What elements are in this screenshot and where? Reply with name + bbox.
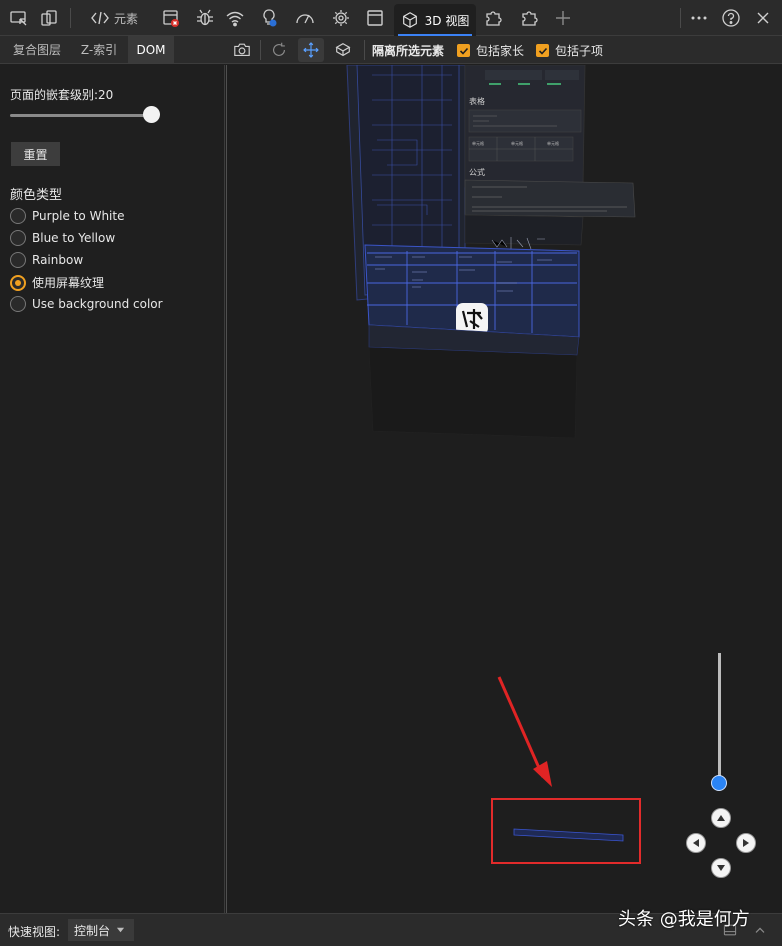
include-children-label: 包括子项 bbox=[555, 44, 604, 58]
isolate-selected-option[interactable]: 隔离所选元素 bbox=[372, 42, 444, 59]
view-subtoolbar: 复合图层 Z-索引 DOM 隔离所选元素 包括家长 包括子项 bbox=[0, 36, 782, 64]
include-parents-checkbox[interactable]: 包括家长 bbox=[457, 42, 524, 59]
add-icon[interactable] bbox=[550, 4, 576, 32]
bug-icon[interactable] bbox=[192, 4, 218, 32]
3d-dom-scene[interactable]: 表格 单元格 单元格 单元格 公式 bbox=[227, 65, 782, 913]
nesting-level-slider-handle[interactable] bbox=[143, 106, 160, 123]
checkbox-checked-icon bbox=[457, 44, 470, 57]
include-parents-label: 包括家长 bbox=[476, 44, 525, 58]
radio-icon bbox=[10, 208, 26, 224]
main-toolbar: 元素 3D 视图 bbox=[0, 0, 782, 36]
toolbar-divider bbox=[260, 40, 261, 60]
scene-tab-box bbox=[545, 70, 579, 80]
pan-down-button[interactable] bbox=[711, 858, 731, 878]
quick-view-value: 控制台 bbox=[74, 923, 111, 938]
puzzle-outline-icon[interactable] bbox=[516, 4, 542, 32]
pan-left-button[interactable] bbox=[686, 833, 706, 853]
watermark-text: 头条 @我是何方 bbox=[618, 909, 750, 930]
tab-z-index[interactable]: Z-索引 bbox=[72, 36, 126, 63]
performance-icon[interactable] bbox=[292, 4, 318, 32]
tab-elements[interactable]: 元素 bbox=[84, 4, 144, 32]
highlight-annotation-box bbox=[491, 798, 641, 864]
toolbar-divider bbox=[364, 40, 365, 60]
checkbox-checked-icon bbox=[536, 44, 549, 57]
scene-section-formula-title: 公式 bbox=[469, 167, 485, 177]
color-option-purple-white[interactable]: Purple to White bbox=[10, 208, 124, 224]
refresh-icon[interactable] bbox=[266, 38, 292, 62]
annotation-arrow bbox=[497, 676, 552, 787]
toolbar-divider bbox=[680, 8, 681, 28]
tab-elements-label: 元素 bbox=[113, 11, 138, 26]
code-icon bbox=[90, 8, 110, 28]
arrow-right-icon bbox=[743, 839, 749, 847]
color-option-label: Rainbow bbox=[32, 253, 84, 267]
radio-selected-icon bbox=[10, 274, 26, 291]
include-children-checkbox[interactable]: 包括子项 bbox=[536, 42, 603, 59]
nesting-level-slider[interactable] bbox=[10, 114, 152, 117]
color-option-background-color[interactable]: Use background color bbox=[10, 296, 163, 312]
quick-view-label: 快速视图: bbox=[8, 925, 61, 939]
window-icon[interactable] bbox=[362, 4, 388, 32]
zoom-slider[interactable] bbox=[718, 653, 721, 783]
wifi-icon[interactable] bbox=[222, 4, 248, 32]
rotate-box-icon[interactable] bbox=[330, 38, 356, 62]
color-option-screen-texture[interactable]: 使用屏幕纹理 bbox=[10, 274, 104, 291]
color-option-label: 使用屏幕纹理 bbox=[32, 276, 105, 290]
scene-table-cell: 单元格 bbox=[547, 140, 559, 146]
scene-table-cell: 单元格 bbox=[472, 140, 484, 146]
toolbar-divider bbox=[70, 8, 71, 28]
arrow-down-icon bbox=[717, 865, 725, 871]
network-error-icon[interactable] bbox=[158, 4, 184, 32]
color-type-heading: 颜色类型 bbox=[10, 188, 63, 203]
dom-layer-stack: 表格 单元格 单元格 单元格 公式 bbox=[346, 65, 636, 439]
tab-composited-layers[interactable]: 复合图层 bbox=[4, 36, 70, 63]
help-icon[interactable] bbox=[718, 4, 744, 32]
pan-up-button[interactable] bbox=[711, 808, 731, 828]
radio-icon bbox=[10, 230, 26, 246]
nesting-level-label: 页面的嵌套级别:20 bbox=[10, 88, 114, 102]
radio-icon bbox=[10, 252, 26, 268]
close-icon[interactable] bbox=[750, 4, 776, 32]
bulb-icon[interactable] bbox=[256, 4, 282, 32]
chevron-down-icon bbox=[116, 923, 125, 937]
color-option-rainbow[interactable]: Rainbow bbox=[10, 252, 83, 268]
gear-chip-icon[interactable] bbox=[328, 4, 354, 32]
scene-table-cell: 单元格 bbox=[511, 140, 523, 146]
zoom-slider-handle[interactable] bbox=[711, 775, 727, 791]
tab-dom[interactable]: DOM bbox=[128, 36, 174, 63]
settings-panel: 页面的嵌套级别:20 重置 颜色类型 Purple to White Blue … bbox=[0, 65, 225, 913]
radio-icon bbox=[10, 296, 26, 312]
tab-3d-view[interactable]: 3D 视图 bbox=[394, 4, 476, 36]
screenshot-icon[interactable] bbox=[229, 38, 255, 62]
3d-viewport[interactable]: 表格 单元格 单元格 单元格 公式 bbox=[226, 65, 782, 913]
color-option-label: Blue to Yellow bbox=[32, 231, 116, 245]
pan-move-icon[interactable] bbox=[298, 38, 324, 62]
cube-icon bbox=[401, 11, 419, 29]
chevron-up-icon[interactable] bbox=[752, 922, 768, 941]
color-option-blue-yellow[interactable]: Blue to Yellow bbox=[10, 230, 115, 246]
reset-button[interactable]: 重置 bbox=[11, 142, 60, 166]
pan-right-button[interactable] bbox=[736, 833, 756, 853]
device-icon[interactable] bbox=[36, 4, 62, 32]
puzzle-icon[interactable] bbox=[480, 4, 506, 32]
inspect-icon[interactable] bbox=[6, 4, 32, 32]
tab-3d-label: 3D 视图 bbox=[424, 13, 470, 28]
color-option-label: Purple to White bbox=[32, 209, 125, 223]
scene-tab-box bbox=[512, 70, 542, 80]
arrow-up-icon bbox=[717, 815, 725, 821]
more-icon[interactable] bbox=[686, 4, 712, 32]
arrow-left-icon bbox=[693, 839, 699, 847]
isolate-selected-label: 隔离所选元素 bbox=[372, 44, 445, 58]
scene-section-table-title: 表格 bbox=[469, 96, 485, 106]
quick-view-select[interactable]: 控制台 bbox=[68, 919, 134, 941]
color-option-label: Use background color bbox=[32, 297, 163, 311]
